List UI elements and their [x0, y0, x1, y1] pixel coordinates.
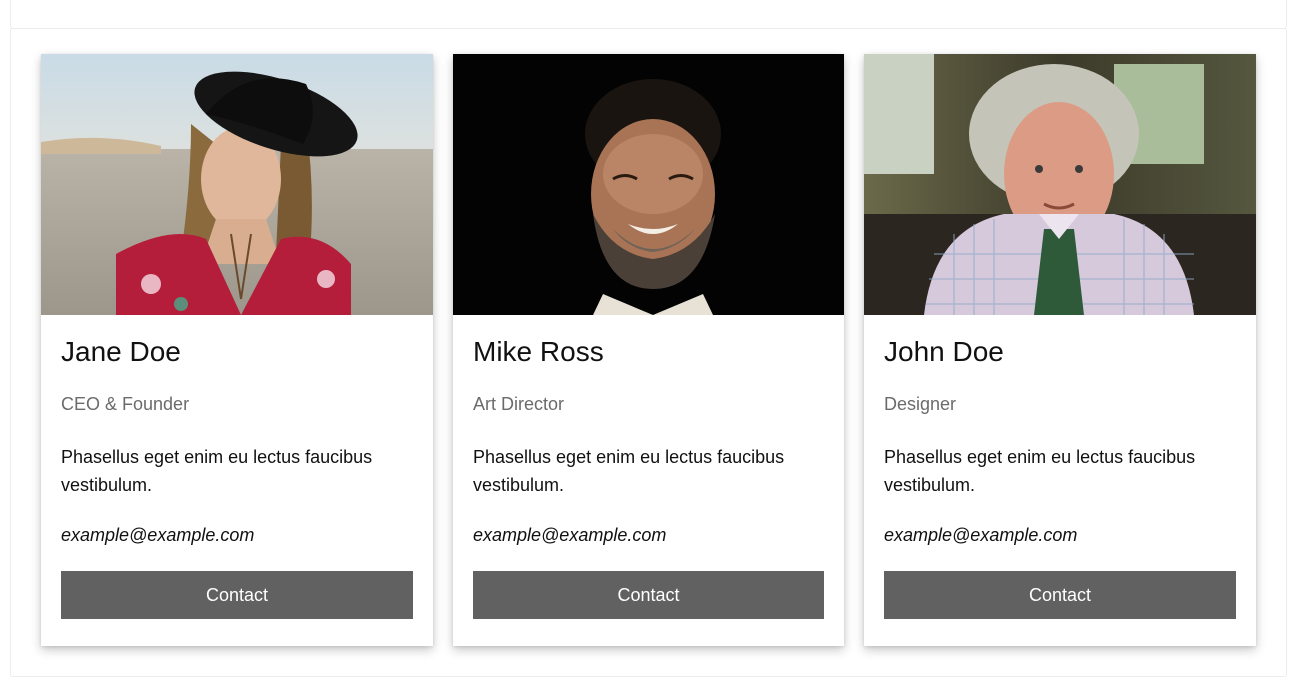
profile-photo [453, 54, 844, 315]
portrait-bearded-man-photo [453, 54, 844, 315]
member-role: Art Director [473, 394, 565, 414]
member-email: example@example.com [884, 525, 1078, 545]
contact-button[interactable]: Contact [473, 571, 824, 619]
team-card-mike-ross: Mike Ross Art Director Phasellus eget en… [453, 54, 844, 646]
member-role: CEO & Founder [61, 394, 190, 414]
member-role: Designer [884, 394, 957, 414]
member-description: Phasellus eget enim eu lectus faucibus v… [473, 447, 785, 495]
member-email: example@example.com [61, 525, 255, 545]
contact-button[interactable]: Contact [884, 571, 1236, 619]
member-name: John Doe [884, 336, 1004, 367]
member-description: Phasellus eget enim eu lectus faucibus v… [61, 447, 373, 495]
top-container-edge [10, 0, 1287, 29]
contact-button[interactable]: Contact [61, 571, 413, 619]
portrait-older-man-photo [864, 54, 1256, 315]
team-card-jane-doe: Jane Doe CEO & Founder Phasellus eget en… [41, 54, 433, 646]
member-email: example@example.com [473, 525, 667, 545]
profile-photo [864, 54, 1256, 315]
member-description: Phasellus eget enim eu lectus faucibus v… [884, 447, 1196, 495]
portrait-woman-hat-photo [41, 54, 433, 315]
profile-photo [41, 54, 433, 315]
team-card-john-doe: John Doe Designer Phasellus eget enim eu… [864, 54, 1256, 646]
member-name: Jane Doe [61, 336, 181, 367]
member-name: Mike Ross [473, 336, 604, 367]
